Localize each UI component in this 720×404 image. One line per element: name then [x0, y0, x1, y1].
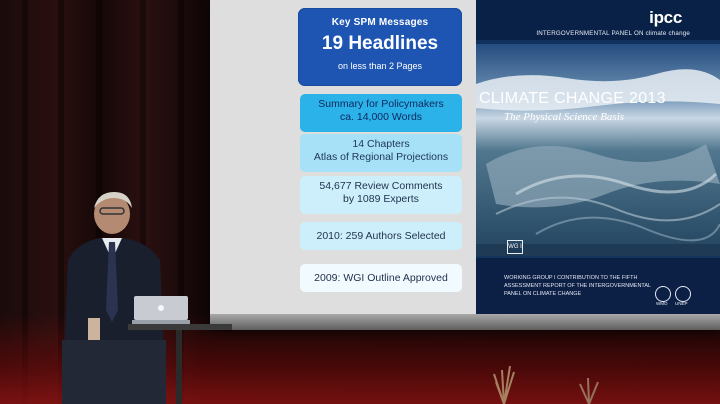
msg-box-text: 2010: 259 Authors Selected: [316, 230, 446, 242]
headline-line2: 19 Headlines: [321, 33, 439, 54]
contribution-text: WORKING GROUP I CONTRIBUTION TO THE FIFT…: [504, 275, 651, 297]
msg-box-text: 14 Chapters Atlas of Regional Projections: [313, 138, 449, 163]
headline-line1: Key SPM Messages: [331, 17, 429, 28]
msg-box-chapters: 14 Chapters Atlas of Regional Projections: [300, 134, 462, 172]
msg-box-authors: 2010: 259 Authors Selected: [300, 222, 462, 250]
wmo-logo-icon: [655, 286, 671, 302]
cover-title: CLIMATE CHANGE 2013: [479, 90, 666, 107]
ipcc-logo: ipcc: [649, 8, 682, 27]
unep-label: UNEP: [675, 301, 688, 306]
decor-plant: [579, 377, 599, 404]
ipcc-subtitle: INTERGOVERNMENTAL PANEL ON climate chang…: [536, 30, 690, 37]
screen-bottom-edge: [210, 314, 720, 330]
glacier-landscape-image: [476, 44, 720, 256]
msg-box-text: 54,677 Review Comments by 1089 Experts: [319, 180, 443, 205]
msg-box-outline: 2009: WGI Outline Approved: [300, 264, 462, 292]
msg-box-text: 2009: WGI Outline Approved: [314, 272, 448, 284]
decor-plant: [493, 365, 515, 404]
podium-stand: [128, 324, 232, 404]
unep-logo-icon: [675, 286, 691, 302]
headline-box: Key SPM Messages 19 Headlines on less th…: [298, 8, 462, 86]
headline-line3: on less than 2 Pages: [337, 61, 423, 71]
msg-box-spm: Summary for Policymakers ca. 14,000 Words: [300, 94, 462, 132]
msg-box-text: Summary for Policymakers ca. 14,000 Words: [318, 98, 444, 123]
msg-box-review: 54,677 Review Comments by 1089 Experts: [300, 176, 462, 214]
wmo-label: WMO: [656, 301, 668, 306]
report-cover: ipcc INTERGOVERNMENTAL PANEL ON climate …: [476, 0, 720, 316]
wg-badge: WG I: [507, 240, 523, 254]
cover-tagline: The Physical Science Basis: [504, 111, 625, 123]
slide-left-column: Key SPM Messages 19 Headlines on less th…: [288, 0, 478, 316]
